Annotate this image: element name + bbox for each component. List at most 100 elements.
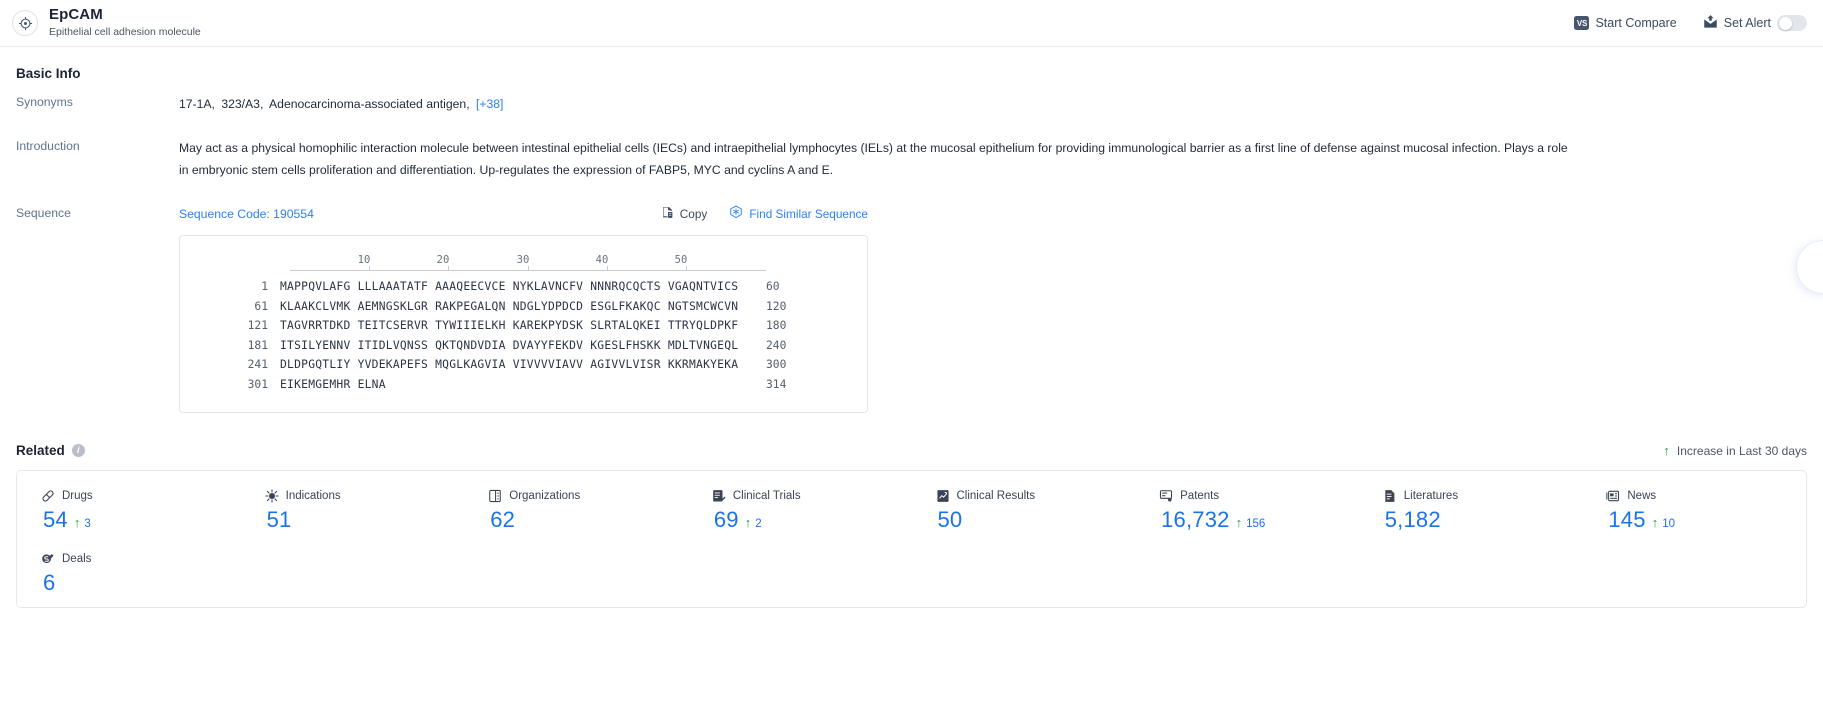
- sequence-panel: Sequence Code: 190554 Copy Find Similar …: [179, 205, 868, 413]
- ruler-tick-label: 30: [516, 254, 530, 266]
- sequence-residues: DLDPGQTLIY YVDEKAPEFS MQGLKAGVIA VIVVVVI…: [280, 358, 739, 372]
- increase-legend-label: Increase in Last 30 days: [1676, 443, 1807, 458]
- card-value-row: 54 ↑ 3: [41, 507, 241, 533]
- ruler-tick: [369, 266, 370, 271]
- clinical-result-icon: [936, 489, 950, 503]
- card-label: Literatures: [1403, 490, 1459, 502]
- ruler-tick: [528, 266, 529, 271]
- card-head: Drugs: [41, 489, 241, 503]
- find-similar-icon: [729, 205, 743, 222]
- card-label: Clinical Trials: [732, 490, 801, 502]
- card-delta: ↑ 10: [1652, 516, 1675, 530]
- sequence-code[interactable]: Sequence Code: 190554: [179, 207, 314, 221]
- related-cards: Drugs 54 ↑ 3 Indications 51 Organization…: [16, 470, 1807, 608]
- ruler-tick: [448, 266, 449, 271]
- introduction-row: Introduction May act as a physical homop…: [16, 138, 1807, 181]
- sequence-line: 121 TAGVRRTDKD TEITCSERVR TYWIIIELKH KAR…: [204, 316, 867, 336]
- synonyms-more-link[interactable]: [+38]: [476, 97, 503, 111]
- info-icon[interactable]: i: [71, 444, 85, 457]
- start-compare-label: Start Compare: [1595, 16, 1677, 30]
- sequence-end-index: 300: [766, 358, 787, 372]
- related-card-deals[interactable]: Deals 6: [17, 544, 241, 607]
- sequence-residues: KLAAKCLVMK AEMNGSKLGR RAKPEGALQN NDGLYDP…: [280, 299, 739, 313]
- sequence-residues: ITSILYENNV ITIDLVQNSS QKTQNDVDIA DVAYYFE…: [280, 338, 739, 352]
- find-similar-label: Find Similar Sequence: [749, 206, 868, 221]
- card-value-row: 69 ↑ 2: [712, 507, 912, 533]
- set-alert-toggle[interactable]: [1777, 15, 1807, 31]
- related-card-clinical-results[interactable]: Clinical Results 50: [912, 481, 1136, 544]
- card-delta: ↑ 3: [74, 516, 91, 530]
- sequence-start-index: 1: [261, 280, 268, 294]
- find-similar-sequence-button[interactable]: Find Similar Sequence: [729, 205, 868, 222]
- increase-legend: ↑ Increase in Last 30 days: [1663, 444, 1807, 458]
- deals-icon: [41, 552, 55, 566]
- card-head: Indications: [264, 489, 465, 503]
- related-card-indications[interactable]: Indications 51: [241, 481, 465, 544]
- sequence-start-index: 61: [254, 299, 268, 313]
- synonym-item: 323/A3,: [221, 97, 264, 111]
- card-label: News: [1627, 490, 1657, 502]
- card-value-row: 62: [488, 507, 688, 533]
- start-compare-button[interactable]: VS Start Compare: [1574, 16, 1677, 30]
- sequence-residues: EIKEMGEMHR ELNA: [280, 377, 386, 391]
- introduction-label: Introduction: [16, 139, 80, 153]
- card-value: 51: [266, 507, 292, 532]
- related-heading: Related: [16, 443, 65, 458]
- card-label: Clinical Results: [956, 490, 1036, 502]
- pill-icon: [41, 489, 55, 503]
- sequence-line: 61 KLAAKCLVMK AEMNGSKLGR RAKPEGALQN NDGL…: [204, 297, 867, 317]
- card-head: Organizations: [488, 489, 688, 503]
- related-card-organizations[interactable]: Organizations 62: [464, 481, 688, 544]
- sequence-start-index: 121: [247, 319, 268, 333]
- ruler-tick-label: 40: [595, 254, 609, 266]
- sequence-residues: MAPPQVLAFG LLLAAATATF AAAQEECVCE NYKLAVN…: [280, 280, 739, 294]
- related-card-patents[interactable]: Patents 16,732 ↑ 156: [1135, 481, 1359, 544]
- header-actions: VS Start Compare Set Alert: [1574, 14, 1807, 32]
- related-card-drugs[interactable]: Drugs 54 ↑ 3: [17, 481, 241, 544]
- card-value-row: 51: [265, 507, 465, 533]
- card-delta: ↑ 2: [745, 516, 762, 530]
- card-label: Patents: [1180, 490, 1220, 502]
- synonyms-label: Synonyms: [16, 95, 73, 109]
- card-delta-value: 2: [755, 518, 762, 530]
- arrow-up-icon: ↑: [744, 515, 752, 530]
- card-value: 16,732: [1161, 507, 1230, 532]
- card-head: Clinical Results: [936, 489, 1136, 503]
- sequence-tools: Copy Find Similar Sequence: [661, 205, 868, 222]
- sequence-line: 1 MAPPQVLAFG LLLAAATATF AAAQEECVCE NYKLA…: [204, 277, 867, 297]
- sequence-end-index: 314: [766, 377, 787, 391]
- card-label: Drugs: [62, 490, 93, 502]
- sequence-start-index: 301: [247, 377, 268, 391]
- card-label: Indications: [285, 490, 341, 502]
- related-card-clinical-trials[interactable]: Clinical Trials 69 ↑ 2: [688, 481, 912, 544]
- synonyms-value: 17-1A, 323/A3, Adenocarcinoma-associated…: [179, 94, 503, 115]
- related-card-literatures[interactable]: Literatures 5,182: [1359, 481, 1583, 544]
- introduction-text: May act as a physical homophilic interac…: [179, 141, 1568, 177]
- sequence-end-index: 180: [766, 319, 787, 333]
- virus-icon: [264, 489, 279, 503]
- card-delta: ↑ 156: [1236, 516, 1266, 530]
- card-value-row: 16,732 ↑ 156: [1159, 507, 1359, 533]
- ruler-tick: [686, 266, 687, 271]
- sequence-ruler: 10 20 30 40 50: [290, 248, 766, 277]
- sequence-lines: 1 MAPPQVLAFG LLLAAATATF AAAQEECVCE NYKLA…: [180, 277, 867, 394]
- sequence-viewer[interactable]: 10 20 30 40 50 1 MAPPQVLAFG LLLAAATATF A…: [179, 235, 868, 413]
- card-delta-value: 3: [84, 518, 91, 530]
- set-alert-control[interactable]: Set Alert: [1703, 14, 1807, 32]
- card-delta-value: 156: [1246, 518, 1266, 530]
- page-title-block: EpCAM Epithelial cell adhesion molecule: [49, 7, 201, 39]
- sequence-label: Sequence: [16, 206, 71, 220]
- patent-icon: [1159, 489, 1173, 503]
- related-card-news[interactable]: News 145 ↑ 10: [1582, 481, 1806, 544]
- sequence-end-index: 120: [766, 299, 787, 313]
- copy-sequence-button[interactable]: Copy: [661, 206, 708, 222]
- sequence-start-index: 181: [247, 338, 268, 352]
- clinical-trial-icon: [712, 489, 726, 503]
- sequence-row: Sequence Sequence Code: 190554 Copy Find…: [16, 205, 1807, 413]
- page-subtitle: Epithelial cell adhesion molecule: [49, 26, 201, 38]
- sequence-end-index: 240: [766, 338, 787, 352]
- card-value: 6: [43, 570, 56, 595]
- sequence-line: 181 ITSILYENNV ITIDLVQNSS QKTQNDVDIA DVA…: [204, 336, 867, 356]
- copy-label: Copy: [679, 206, 708, 221]
- arrow-up-icon: ↑: [1651, 515, 1659, 530]
